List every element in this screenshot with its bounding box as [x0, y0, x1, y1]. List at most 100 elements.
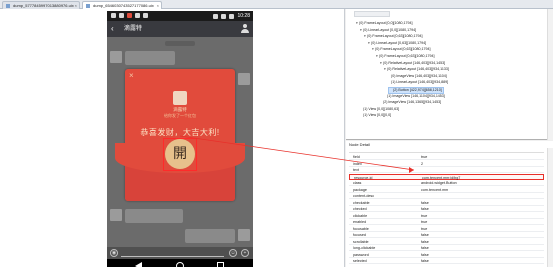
avatar[interactable] [238, 229, 250, 241]
wifi-icon [213, 13, 219, 19]
tree-node[interactable]: ▾(0) FrameLayout [0,63][1080,1794] [372, 47, 431, 52]
tree-node[interactable]: (1) View [0,0][1080,63] [360, 107, 399, 112]
tree-node[interactable]: ▾(0) LinearLayout [0,0][1080,1794] [360, 28, 416, 33]
property-key: package [353, 187, 367, 192]
emoji-icon[interactable]: ☺ [229, 249, 237, 257]
avatar[interactable] [110, 51, 122, 63]
property-row[interactable]: field true [349, 154, 544, 160]
node-detail-pane: Node Detail field true index 2 text resource-… [346, 141, 553, 267]
tree-node-label: (2) Button [422,974][658,1210] [393, 88, 442, 92]
tree-node[interactable]: ▾(0) RelativeLayout [146,403][934,1453] [380, 61, 445, 66]
envelope-greeting: 恭喜发财，大吉大利! [140, 128, 220, 137]
tab-dump-1[interactable]: dump_5777845997013880976.uix × [2, 1, 80, 9]
property-row[interactable]: content-desc [349, 193, 544, 199]
tree-node[interactable]: (0) ImageView [146,403][934,1104] [388, 74, 447, 79]
property-value: false [421, 239, 429, 244]
tree-node[interactable]: (1) ImageView [146,1104][934,1453] [384, 94, 445, 99]
tab-label: dump_6546030743527177086.uix [93, 3, 154, 8]
tree-node[interactable]: ▾(0) FrameLayout [0,63][1080,1794] [364, 34, 423, 39]
property-value: true [421, 155, 428, 159]
nav-home-icon[interactable] [176, 262, 184, 267]
tree-node[interactable]: ▾(0) RelativeLayout [146,403][934,1133] [384, 67, 449, 72]
property-key: focused [353, 233, 366, 237]
property-key: text [353, 168, 359, 172]
notification-icon [111, 13, 116, 18]
message-bubble[interactable] [125, 51, 175, 65]
property-row[interactable]: long-clickable false [349, 245, 544, 251]
tree-node-label: (0) FrameLayout [0,63][1080,1794] [375, 47, 431, 52]
timestamp-pill [165, 41, 195, 46]
tree-node[interactable]: (1) View [0,0][0,0] [360, 113, 391, 118]
tab-dump-2[interactable]: dump_6546030743527177086.uix × [82, 1, 162, 9]
property-row[interactable]: checked false [349, 206, 544, 212]
red-envelope-dialog: × 滴露特 给你发了一个红包 恭喜发财，大吉大利! 開 [115, 69, 245, 201]
property-key: checkable [353, 200, 370, 205]
property-row[interactable]: resource-id com.tencent.mm:id/bg7 [349, 173, 544, 180]
node-detail-header [349, 148, 544, 153]
property-value: true [421, 226, 428, 231]
tree-node-label: (0) ImageView [146,403][934,1104] [391, 73, 447, 78]
device-screenshot-pane[interactable]: 10:28 ‹ 滴露特 × 滴露特 给你发了一个红包 恭喜发财，大吉大利! 開 … [0, 9, 345, 267]
property-row[interactable]: focused false [349, 232, 544, 238]
close-icon[interactable]: × [129, 72, 134, 80]
person-icon[interactable] [241, 24, 249, 33]
property-value: com.tencent.mm [421, 187, 449, 192]
property-value: false [421, 246, 429, 250]
property-row[interactable]: checkable false [349, 200, 544, 206]
node-detail-title: Node Detail [349, 142, 370, 147]
property-key: enabled [353, 220, 367, 224]
property-key: password [353, 252, 369, 257]
property-row[interactable]: index 2 [349, 161, 544, 167]
property-key: index [353, 161, 362, 166]
property-key: clickable [353, 213, 368, 218]
property-row[interactable]: package com.tencent.mm [349, 187, 544, 193]
tree-node[interactable]: ▾(0) LinearLayout [0,63][1080,1794] [368, 41, 426, 46]
file-icon [86, 4, 90, 8]
tree-node-label: (0) LinearLayout [0,0][1080,1794] [363, 27, 417, 32]
tree-scrollbar[interactable] [547, 9, 553, 140]
tree-node[interactable]: (1) LinearLayout [146,403][934,889] [388, 80, 448, 85]
property-row[interactable]: focusable true [349, 226, 544, 232]
message-bubble[interactable] [125, 209, 183, 223]
avatar[interactable] [238, 73, 250, 85]
tab-label: dump_5777845997013880976.uix [13, 3, 74, 8]
property-value: false [421, 252, 429, 257]
property-row[interactable]: selected false [349, 258, 544, 264]
selected-node-highlight [163, 138, 197, 171]
property-row[interactable]: enabled true [349, 219, 544, 225]
property-key: long-clickable [353, 246, 376, 250]
android-nav-bar [107, 259, 253, 267]
property-row[interactable]: scrollable false [349, 239, 544, 245]
message-input[interactable] [121, 256, 224, 257]
chat-header: ‹ 滴露特 [107, 21, 253, 37]
tree-node-label: (0) RelativeLayout [146,403][934,1133] [387, 67, 449, 72]
plus-icon[interactable]: + [241, 249, 249, 257]
message-bubble[interactable] [185, 229, 235, 243]
notification-icon [127, 13, 132, 18]
property-value: 2 [421, 161, 424, 166]
property-row[interactable]: text [349, 167, 544, 173]
property-value: false [421, 207, 429, 211]
avatar[interactable] [110, 209, 122, 221]
voice-icon[interactable]: ◉ [110, 249, 118, 257]
tree-node[interactable]: ▾(0) FrameLayout [0,63][1080,1794] [376, 54, 435, 59]
hierarchy-tree-pane: ▾(0) FrameLayout [0,0][1080,1794] ▾(0) Li… [346, 9, 553, 140]
tree-node-label: (0) RelativeLayout [146,403][934,1453] [383, 60, 446, 65]
property-value: false [421, 200, 429, 205]
node-detail-scrollbar[interactable] [547, 148, 553, 267]
tree-node[interactable]: ▾(0) FrameLayout [0,0][1080,1794] [356, 21, 413, 26]
nav-recents-icon[interactable] [217, 262, 224, 267]
back-arrow-icon[interactable]: ‹ [111, 24, 114, 33]
tree-node-label: (1) ImageView [146,1104][934,1453] [387, 93, 445, 98]
tree-node-label: (0) FrameLayout [0,63][1080,1794] [379, 54, 435, 58]
nav-back-icon[interactable] [135, 262, 142, 267]
property-row[interactable]: clickable true [349, 213, 544, 219]
editor-tab-strip: dump_5777845997013880976.uix × dump_6546… [0, 0, 553, 9]
notification-icon [119, 13, 124, 18]
phone-screen[interactable]: 10:28 ‹ 滴露特 × 滴露特 给你发了一个红包 恭喜发财，大吉大利! 開 … [107, 11, 253, 267]
sender-avatar [173, 91, 187, 105]
property-row[interactable]: password false [349, 252, 544, 258]
property-row[interactable]: class android.widget.Button [349, 180, 544, 186]
property-value: true [421, 213, 428, 218]
tree-node[interactable]: (2) ImageView [146,1365][934,1453] [380, 100, 441, 105]
